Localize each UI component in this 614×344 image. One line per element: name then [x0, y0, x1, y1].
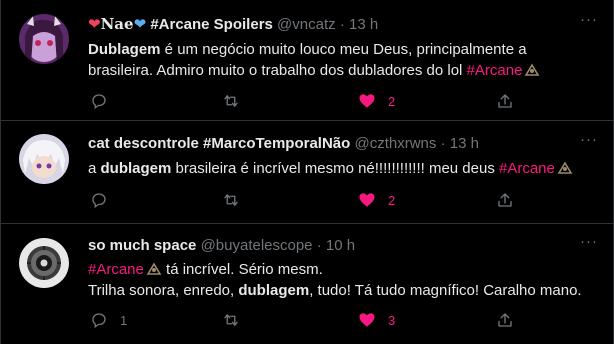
- tweet-text: Dublagem é um negócio muito louco meu De…: [88, 39, 593, 81]
- separator: ·: [339, 16, 345, 33]
- share-button[interactable]: [496, 310, 514, 330]
- display-name[interactable]: 𝐍𝐚𝐞: [101, 15, 134, 33]
- like-count: 3: [388, 312, 396, 328]
- separator: ·: [440, 135, 446, 152]
- tweet-header: so much space @buyatelescope · 10 h: [88, 236, 355, 256]
- timestamp[interactable]: 10 h: [326, 237, 355, 254]
- like-count: 2: [388, 93, 396, 109]
- share-icon: [498, 94, 512, 108]
- retweet-icon: [224, 194, 238, 206]
- retweet-button[interactable]: [222, 190, 252, 210]
- tweet-text-bold: dublagem: [238, 282, 310, 299]
- more-icon[interactable]: ···: [579, 12, 599, 34]
- like-button[interactable]: 2: [358, 190, 395, 210]
- tweet-header: cat descontrole #MarcoTemporalNão @czthx…: [88, 134, 479, 154]
- like-button[interactable]: 3: [358, 310, 395, 330]
- tweet-actions: 2: [88, 91, 518, 111]
- avatar[interactable]: [19, 14, 69, 64]
- avatar[interactable]: [19, 238, 69, 288]
- like-count: 2: [388, 192, 396, 208]
- separator: ·: [316, 237, 322, 254]
- user-handle[interactable]: @buyatelescope: [201, 237, 313, 254]
- tweet-actions: 2: [88, 190, 518, 210]
- tweet-actions: 1 3: [88, 310, 518, 330]
- reply-button[interactable]: [90, 190, 120, 210]
- retweet-button[interactable]: [222, 91, 252, 111]
- tweet-header: ❤𝐍𝐚𝐞❤ #Arcane Spoilers @vncatz · 13 h: [88, 14, 378, 34]
- tweet-text-plain: , tudo! Tá tudo magnífico! Caralho mano.: [309, 282, 582, 299]
- more-icon[interactable]: ···: [579, 234, 599, 256]
- tweet-1[interactable]: ❤𝐍𝐚𝐞❤ #Arcane Spoilers @vncatz · 13 h ··…: [1, 0, 613, 121]
- share-icon: [498, 193, 512, 207]
- heart-filled-icon: [359, 313, 375, 327]
- share-button[interactable]: [496, 91, 514, 111]
- tweet-text-plain: a: [88, 160, 101, 177]
- tweet-2[interactable]: cat descontrole #MarcoTemporalNão @czthx…: [1, 121, 613, 224]
- reply-button[interactable]: 1: [90, 310, 127, 330]
- arcane-emoji-icon: [146, 261, 162, 275]
- tweet-text-line: Trilha sonora, enredo, dublagem, tudo! T…: [88, 280, 593, 301]
- reply-icon: [92, 313, 106, 329]
- display-name-suffix[interactable]: #Arcane Spoilers: [150, 16, 273, 33]
- hashtag-link[interactable]: #Arcane: [88, 261, 144, 278]
- reply-count: 1: [120, 312, 128, 328]
- reply-icon: [92, 94, 106, 110]
- heart-red-icon: ❤: [88, 16, 101, 33]
- retweet-button[interactable]: [222, 310, 252, 330]
- tweet-text-bold: dublagem: [100, 160, 172, 177]
- like-button[interactable]: 2: [358, 91, 395, 111]
- tweet-3[interactable]: so much space @buyatelescope · 10 h ··· …: [1, 224, 613, 344]
- tweet-text-plain: brasileira é incrível mesmo né!!!!!!!!!!…: [171, 160, 499, 177]
- tweet-timeline: ❤𝐍𝐚𝐞❤ #Arcane Spoilers @vncatz · 13 h ··…: [0, 0, 614, 344]
- hashtag-link[interactable]: #Arcane: [467, 62, 523, 79]
- tweet-text-plain: tá incrível. Sério mesm.: [161, 261, 323, 278]
- tweet-text: a dublagem brasileira é incrível mesmo n…: [88, 158, 593, 179]
- heart-blue-icon: ❤: [133, 16, 147, 33]
- share-button[interactable]: [496, 190, 514, 210]
- tweet-text: #Arcane tá incrível. Sério mesm. Trilha …: [88, 259, 593, 301]
- more-icon[interactable]: ···: [579, 132, 599, 154]
- retweet-icon: [224, 314, 238, 326]
- retweet-icon: [224, 95, 238, 107]
- reply-button[interactable]: [90, 91, 120, 111]
- heart-filled-icon: [359, 193, 375, 207]
- timestamp[interactable]: 13 h: [349, 16, 378, 33]
- display-name[interactable]: cat descontrole #MarcoTemporalNão: [88, 135, 350, 152]
- tweet-text-bold: Dublagem: [88, 41, 161, 58]
- share-icon: [498, 313, 512, 327]
- hashtag-link[interactable]: #Arcane: [499, 160, 555, 177]
- user-handle[interactable]: @czthxrwns: [354, 135, 436, 152]
- avatar[interactable]: [19, 134, 69, 184]
- tweet-text-plain: Trilha sonora, enredo,: [88, 282, 239, 299]
- heart-filled-icon: [359, 94, 375, 108]
- reply-icon: [92, 193, 106, 209]
- user-handle[interactable]: @vncatz: [277, 16, 336, 33]
- arcane-emoji-icon: [557, 160, 573, 174]
- tweet-text-line: #Arcane tá incrível. Sério mesm.: [88, 259, 593, 280]
- timestamp[interactable]: 13 h: [450, 135, 479, 152]
- arcane-emoji-icon: [524, 62, 540, 76]
- display-name[interactable]: so much space: [88, 237, 196, 254]
